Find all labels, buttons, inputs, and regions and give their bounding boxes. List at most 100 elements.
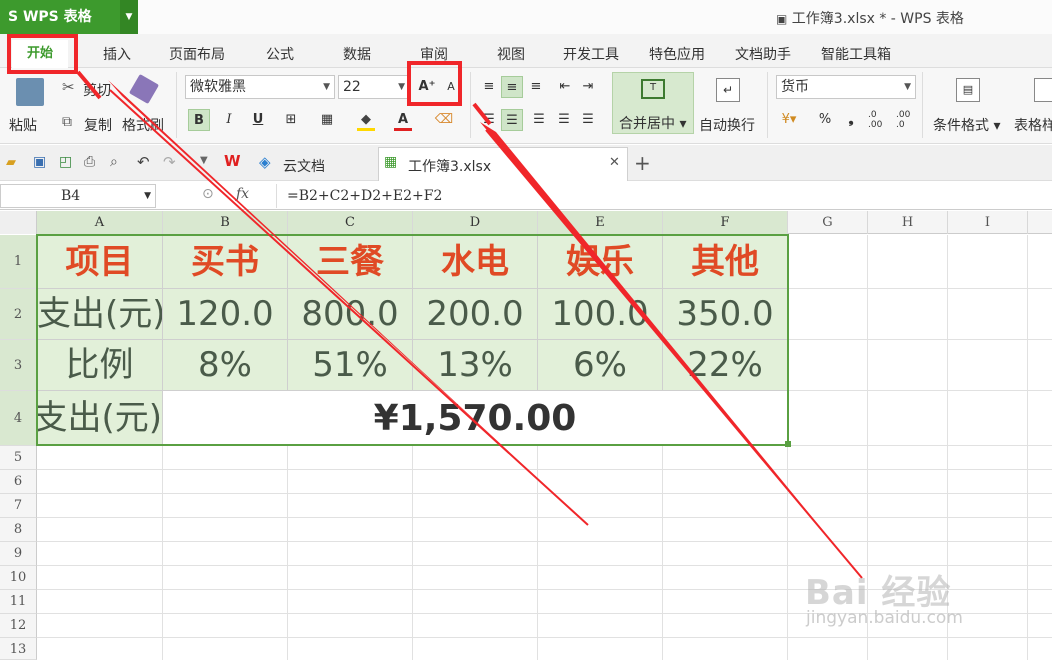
row-header-7[interactable]: 7 [0, 494, 37, 518]
column-header-d[interactable]: D [413, 211, 538, 234]
copy-icon[interactable]: ⧉ [62, 114, 72, 130]
more-dropdown-icon[interactable]: ▼ [200, 155, 208, 166]
cell-c3[interactable]: 51% [288, 340, 413, 391]
cell-b1[interactable]: 买书 [163, 235, 288, 289]
column-header-e[interactable]: E [538, 211, 663, 234]
cell-b2[interactable]: 120.0 [163, 289, 288, 340]
cell-f3[interactable]: 22% [663, 340, 788, 391]
bold-button[interactable]: B [188, 109, 210, 131]
save-icon[interactable]: ▣ [33, 154, 46, 170]
font-size-select[interactable]: 22 ▼ [338, 75, 410, 99]
align-bottom-icon[interactable]: ≡ [525, 76, 547, 98]
cell-b3[interactable]: 8% [163, 340, 288, 391]
tab-doc-assistant[interactable]: 文档助手 [735, 44, 791, 64]
font-name-select[interactable]: 微软雅黑 ▼ [185, 75, 335, 99]
borders-icon[interactable]: ⊞ [280, 109, 302, 131]
cell-d3[interactable]: 13% [413, 340, 538, 391]
column-header-b[interactable]: B [163, 211, 288, 234]
cell-d2[interactable]: 200.0 [413, 289, 538, 340]
cell-e3[interactable]: 6% [538, 340, 663, 391]
cell-d1[interactable]: 水电 [413, 235, 538, 289]
export-icon[interactable]: ◰ [59, 154, 72, 170]
column-header-a[interactable]: A [37, 211, 163, 234]
conditional-format-icon[interactable]: ▤ [956, 78, 980, 102]
wrap-text-button[interactable]: 自动换行 [699, 115, 755, 135]
redo-icon[interactable]: ↷ [163, 153, 176, 171]
open-folder-icon[interactable]: ▰ [6, 155, 16, 170]
scissors-icon[interactable]: ✂ [62, 78, 75, 96]
cell-e1[interactable]: 娱乐 [538, 235, 663, 289]
tab-cloud-doc[interactable]: 云文档 [283, 156, 325, 176]
align-right-icon[interactable]: ☰ [528, 109, 550, 131]
increase-decimal-button[interactable]: .0 .00 [868, 110, 892, 130]
select-all-corner[interactable] [0, 211, 37, 234]
underline-button[interactable]: U [247, 109, 269, 131]
wps-logo-icon[interactable]: W [224, 152, 241, 170]
cloud-doc-icon[interactable]: ◈ [259, 153, 271, 171]
cell-a1[interactable]: 项目 [37, 235, 163, 289]
cell-c2[interactable]: 800.0 [288, 289, 413, 340]
tab-page-layout[interactable]: 页面布局 [169, 44, 225, 64]
tab-smart-toolbox[interactable]: 智能工具箱 [821, 44, 891, 64]
decrease-indent-icon[interactable]: ⇤ [554, 76, 576, 98]
row-header-11[interactable]: 11 [0, 590, 37, 614]
merge-center-button[interactable]: T 合并居中 ▾ [612, 72, 694, 134]
decrease-decimal-button[interactable]: .00 .0 [896, 110, 920, 130]
number-format-select[interactable]: 货币 ▼ [776, 75, 916, 99]
table-style-icon[interactable] [1034, 78, 1052, 102]
app-menu-dropdown-icon[interactable]: ▼ [120, 0, 138, 34]
tab-data[interactable]: 数据 [343, 44, 371, 64]
align-middle-icon[interactable]: ≡ [501, 76, 523, 98]
row-header-3[interactable]: 3 [0, 340, 37, 391]
clear-format-icon[interactable]: ⌫ [433, 109, 455, 131]
row-header-2[interactable]: 2 [0, 289, 37, 340]
justify-icon[interactable]: ☰ [553, 109, 575, 131]
row-header-6[interactable]: 6 [0, 470, 37, 494]
copy-button[interactable]: 复制 [84, 115, 112, 135]
row-header-5[interactable]: 5 [0, 446, 37, 470]
undo-icon[interactable]: ↶ [137, 153, 150, 171]
app-menu-button[interactable]: S WPS 表格 [0, 0, 120, 34]
tab-review[interactable]: 审阅 [420, 44, 448, 64]
fx-icon[interactable]: fx [236, 186, 249, 202]
align-center-icon[interactable]: ☰ [501, 109, 523, 131]
row-header-13[interactable]: 13 [0, 638, 37, 660]
row-header-4[interactable]: 4 [0, 391, 37, 446]
formula-input[interactable]: =B2+C2+D2+E2+F2 [276, 184, 1052, 208]
row-header-10[interactable]: 10 [0, 566, 37, 590]
cell-a3[interactable]: 比例 [37, 340, 163, 391]
close-tab-icon[interactable]: ✕ [609, 155, 620, 170]
currency-icon[interactable]: ¥▾ [778, 109, 800, 131]
new-tab-icon[interactable]: + [634, 151, 651, 175]
paste-icon[interactable] [16, 78, 44, 106]
fill-handle[interactable] [785, 441, 791, 447]
cell-b4-merged-total[interactable]: ¥1,570.00 [163, 391, 788, 446]
column-header-g[interactable]: G [788, 211, 868, 234]
column-header-h[interactable]: H [868, 211, 948, 234]
tab-special[interactable]: 特色应用 [649, 44, 705, 64]
align-top-icon[interactable]: ≡ [478, 76, 500, 98]
row-header-12[interactable]: 12 [0, 614, 37, 638]
tab-home[interactable]: 开始 [12, 40, 68, 70]
column-header-c[interactable]: C [288, 211, 413, 234]
tab-formulas[interactable]: 公式 [266, 44, 294, 64]
cell-a2[interactable]: 支出(元) [37, 289, 163, 340]
paste-button[interactable]: 粘贴 [9, 115, 37, 135]
name-box[interactable]: B4 ▼ [0, 184, 156, 208]
italic-button[interactable]: I [218, 109, 240, 131]
distributed-icon[interactable]: ☰ [577, 109, 599, 131]
conditional-format-button[interactable]: 条件格式 ▾ [933, 115, 1000, 135]
cell-c1[interactable]: 三餐 [288, 235, 413, 289]
row-header-1[interactable]: 1 [0, 235, 37, 289]
column-header-i[interactable]: I [948, 211, 1028, 234]
print-icon[interactable]: ⎙ [84, 154, 95, 170]
table-borders-icon[interactable]: ▦ [316, 109, 338, 131]
comma-button[interactable]: ❟ [840, 109, 862, 131]
shrink-font-button[interactable]: A [440, 76, 462, 98]
align-left-icon[interactable]: ☰ [478, 109, 500, 131]
tab-developer[interactable]: 开发工具 [563, 44, 619, 64]
tab-view[interactable]: 视图 [497, 44, 525, 64]
column-header-f[interactable]: F [663, 211, 788, 234]
grow-font-button[interactable]: A⁺ [416, 76, 438, 98]
cell-f2[interactable]: 350.0 [663, 289, 788, 340]
